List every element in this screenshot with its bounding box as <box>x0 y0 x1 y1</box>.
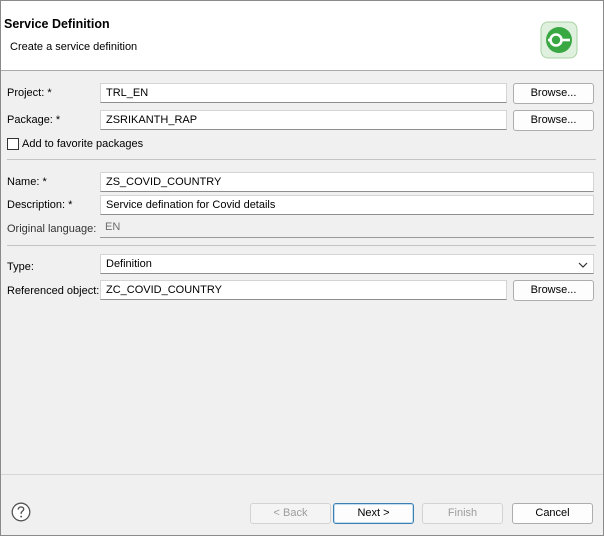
wizard-header: Service Definition Create a service defi… <box>1 1 603 71</box>
referenced-object-field[interactable]: ZC_COVID_COUNTRY <box>100 280 507 300</box>
chevron-down-icon <box>578 262 588 268</box>
next-button[interactable]: Next > <box>333 503 414 524</box>
package-field[interactable]: ZSRIKANTH_RAP <box>100 110 507 130</box>
description-label: Description: * <box>7 199 73 211</box>
name-field[interactable]: ZS_COVID_COUNTRY <box>100 172 594 192</box>
project-field[interactable]: TRL_EN <box>100 83 507 103</box>
service-definition-dialog: Service Definition Create a service defi… <box>0 0 604 536</box>
project-label: Project: * <box>7 87 52 99</box>
type-dropdown-value: Definition <box>106 258 152 270</box>
wizard-title: Service Definition <box>4 17 110 31</box>
referenced-object-browse-button[interactable]: Browse... <box>513 280 594 301</box>
finish-button[interactable]: Finish <box>422 503 503 524</box>
package-browse-button[interactable]: Browse... <box>513 110 594 131</box>
cancel-button[interactable]: Cancel <box>512 503 593 524</box>
back-button[interactable]: < Back <box>250 503 331 524</box>
referenced-object-label: Referenced object: <box>7 285 100 297</box>
package-label: Package: * <box>7 114 61 126</box>
favorite-packages-checkbox[interactable] <box>7 138 19 150</box>
description-field[interactable]: Service defination for Covid details <box>100 195 594 215</box>
original-language-label: Original language: <box>7 223 97 235</box>
help-icon[interactable] <box>11 502 31 522</box>
type-label: Type: <box>7 261 34 273</box>
footer-divider <box>1 474 603 475</box>
project-browse-button[interactable]: Browse... <box>513 83 594 104</box>
separator <box>7 159 596 160</box>
wizard-subtitle: Create a service definition <box>10 41 138 53</box>
service-definition-icon <box>540 21 578 59</box>
favorite-packages-label: Add to favorite packages <box>22 138 144 150</box>
name-label: Name: * <box>7 176 47 188</box>
type-dropdown[interactable]: Definition <box>100 254 594 274</box>
separator <box>7 245 596 246</box>
original-language-field: EN <box>100 218 594 238</box>
